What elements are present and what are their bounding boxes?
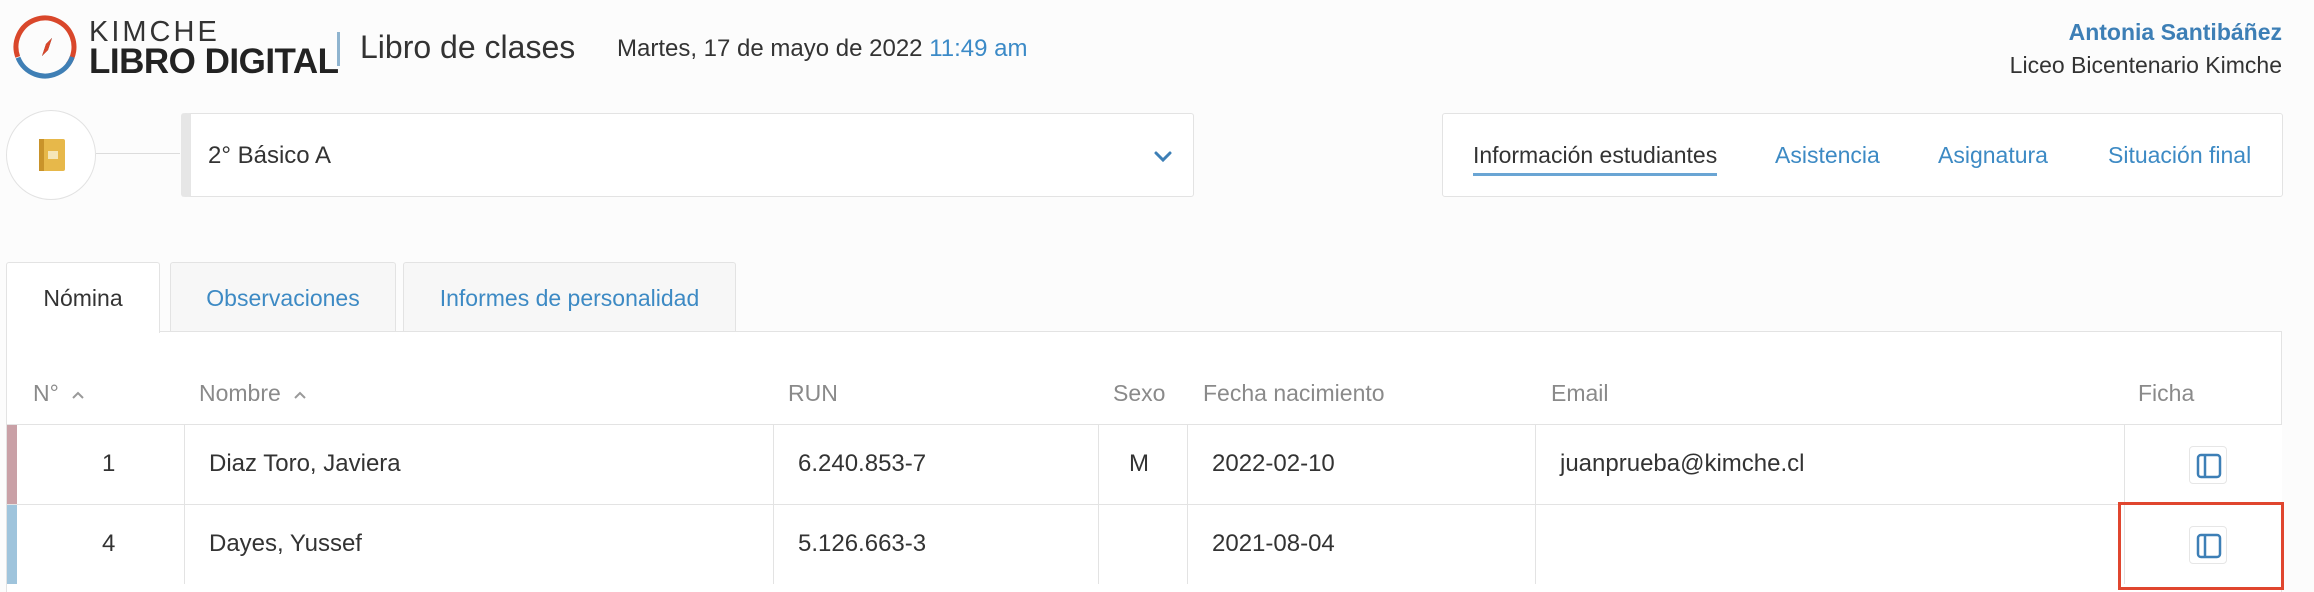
sort-asc-icon (72, 391, 84, 399)
time-label: 11:49 am (929, 35, 1028, 62)
header-birth: Fecha nacimiento (1203, 380, 1385, 406)
nav-asignatura[interactable]: Asignatura (1938, 142, 2048, 169)
cell-num: 1 (102, 450, 116, 477)
highlight-box (2118, 502, 2284, 590)
cell-run: 6.240.853-7 (798, 450, 927, 477)
cell-email: juanprueba@kimche.cl (1560, 450, 1805, 477)
user-name-link[interactable]: Antonia Santibáñez (2069, 19, 2282, 46)
header-num-label: N° (33, 380, 59, 406)
header-num[interactable]: N° (33, 380, 85, 407)
course-select-dropdown[interactable]: 2° Básico A (181, 113, 1194, 197)
chevron-down-icon (1154, 151, 1172, 163)
date-label: Martes, 17 de mayo de 2022 (617, 35, 923, 62)
cell-run: 5.126.663-3 (798, 530, 927, 557)
cell-birth: 2021-08-04 (1212, 530, 1335, 557)
header-run: RUN (788, 380, 838, 406)
tab-observaciones[interactable]: Observaciones (170, 262, 396, 332)
table-row: 1 Diaz Toro, Javiera 6.240.853-7 M 2022-… (7, 424, 2282, 504)
nav-situacion-final[interactable]: Situación final (2108, 142, 2251, 169)
connector-line (96, 153, 180, 154)
table-row: 4 Dayes, Yussef 5.126.663-3 2021-08-04 (7, 504, 2282, 584)
tab-nomina[interactable]: Nómina (6, 262, 160, 333)
nav-informacion-estudiantes[interactable]: Información estudiantes (1473, 142, 1718, 176)
school-name: Liceo Bicentenario Kimche (2009, 52, 2282, 78)
compass-logo-icon (13, 15, 77, 79)
tab-observaciones-label: Observaciones (206, 285, 360, 311)
cell-sex: M (1129, 450, 1149, 477)
nav-asistencia[interactable]: Asistencia (1775, 142, 1880, 169)
brand-bottom: LIBRO DIGITAL (89, 42, 339, 81)
header-divider (337, 32, 340, 66)
row-color-stripe (7, 425, 17, 504)
page-title: Libro de clases (360, 29, 576, 65)
cell-birth: 2022-02-10 (1212, 450, 1335, 477)
ficha-button[interactable] (2189, 446, 2227, 484)
row-color-stripe (7, 505, 17, 584)
panel-icon (2196, 453, 2222, 479)
tab-informes-label: Informes de personalidad (439, 285, 700, 311)
tab-nomina-label: Nómina (43, 285, 123, 311)
header-name[interactable]: Nombre (199, 380, 307, 407)
header-sex: Sexo (1113, 380, 1166, 406)
sort-asc-icon (294, 391, 306, 399)
tab-informes-personalidad[interactable]: Informes de personalidad (403, 262, 736, 332)
cell-name: Diaz Toro, Javiera (209, 450, 401, 477)
cell-name: Dayes, Yussef (209, 530, 362, 557)
course-select-value: 2° Básico A (208, 142, 331, 169)
book-icon (39, 139, 65, 171)
header-name-label: Nombre (199, 380, 281, 406)
course-icon-badge (6, 110, 96, 200)
cell-num: 4 (102, 530, 116, 557)
header-ficha: Ficha (2138, 380, 2195, 406)
section-nav: Información estudiantes Asistencia Asign… (1442, 113, 2283, 197)
date-display: Martes, 17 de mayo de 2022 11:49 am (617, 35, 1028, 62)
header-email: Email (1551, 380, 1609, 406)
